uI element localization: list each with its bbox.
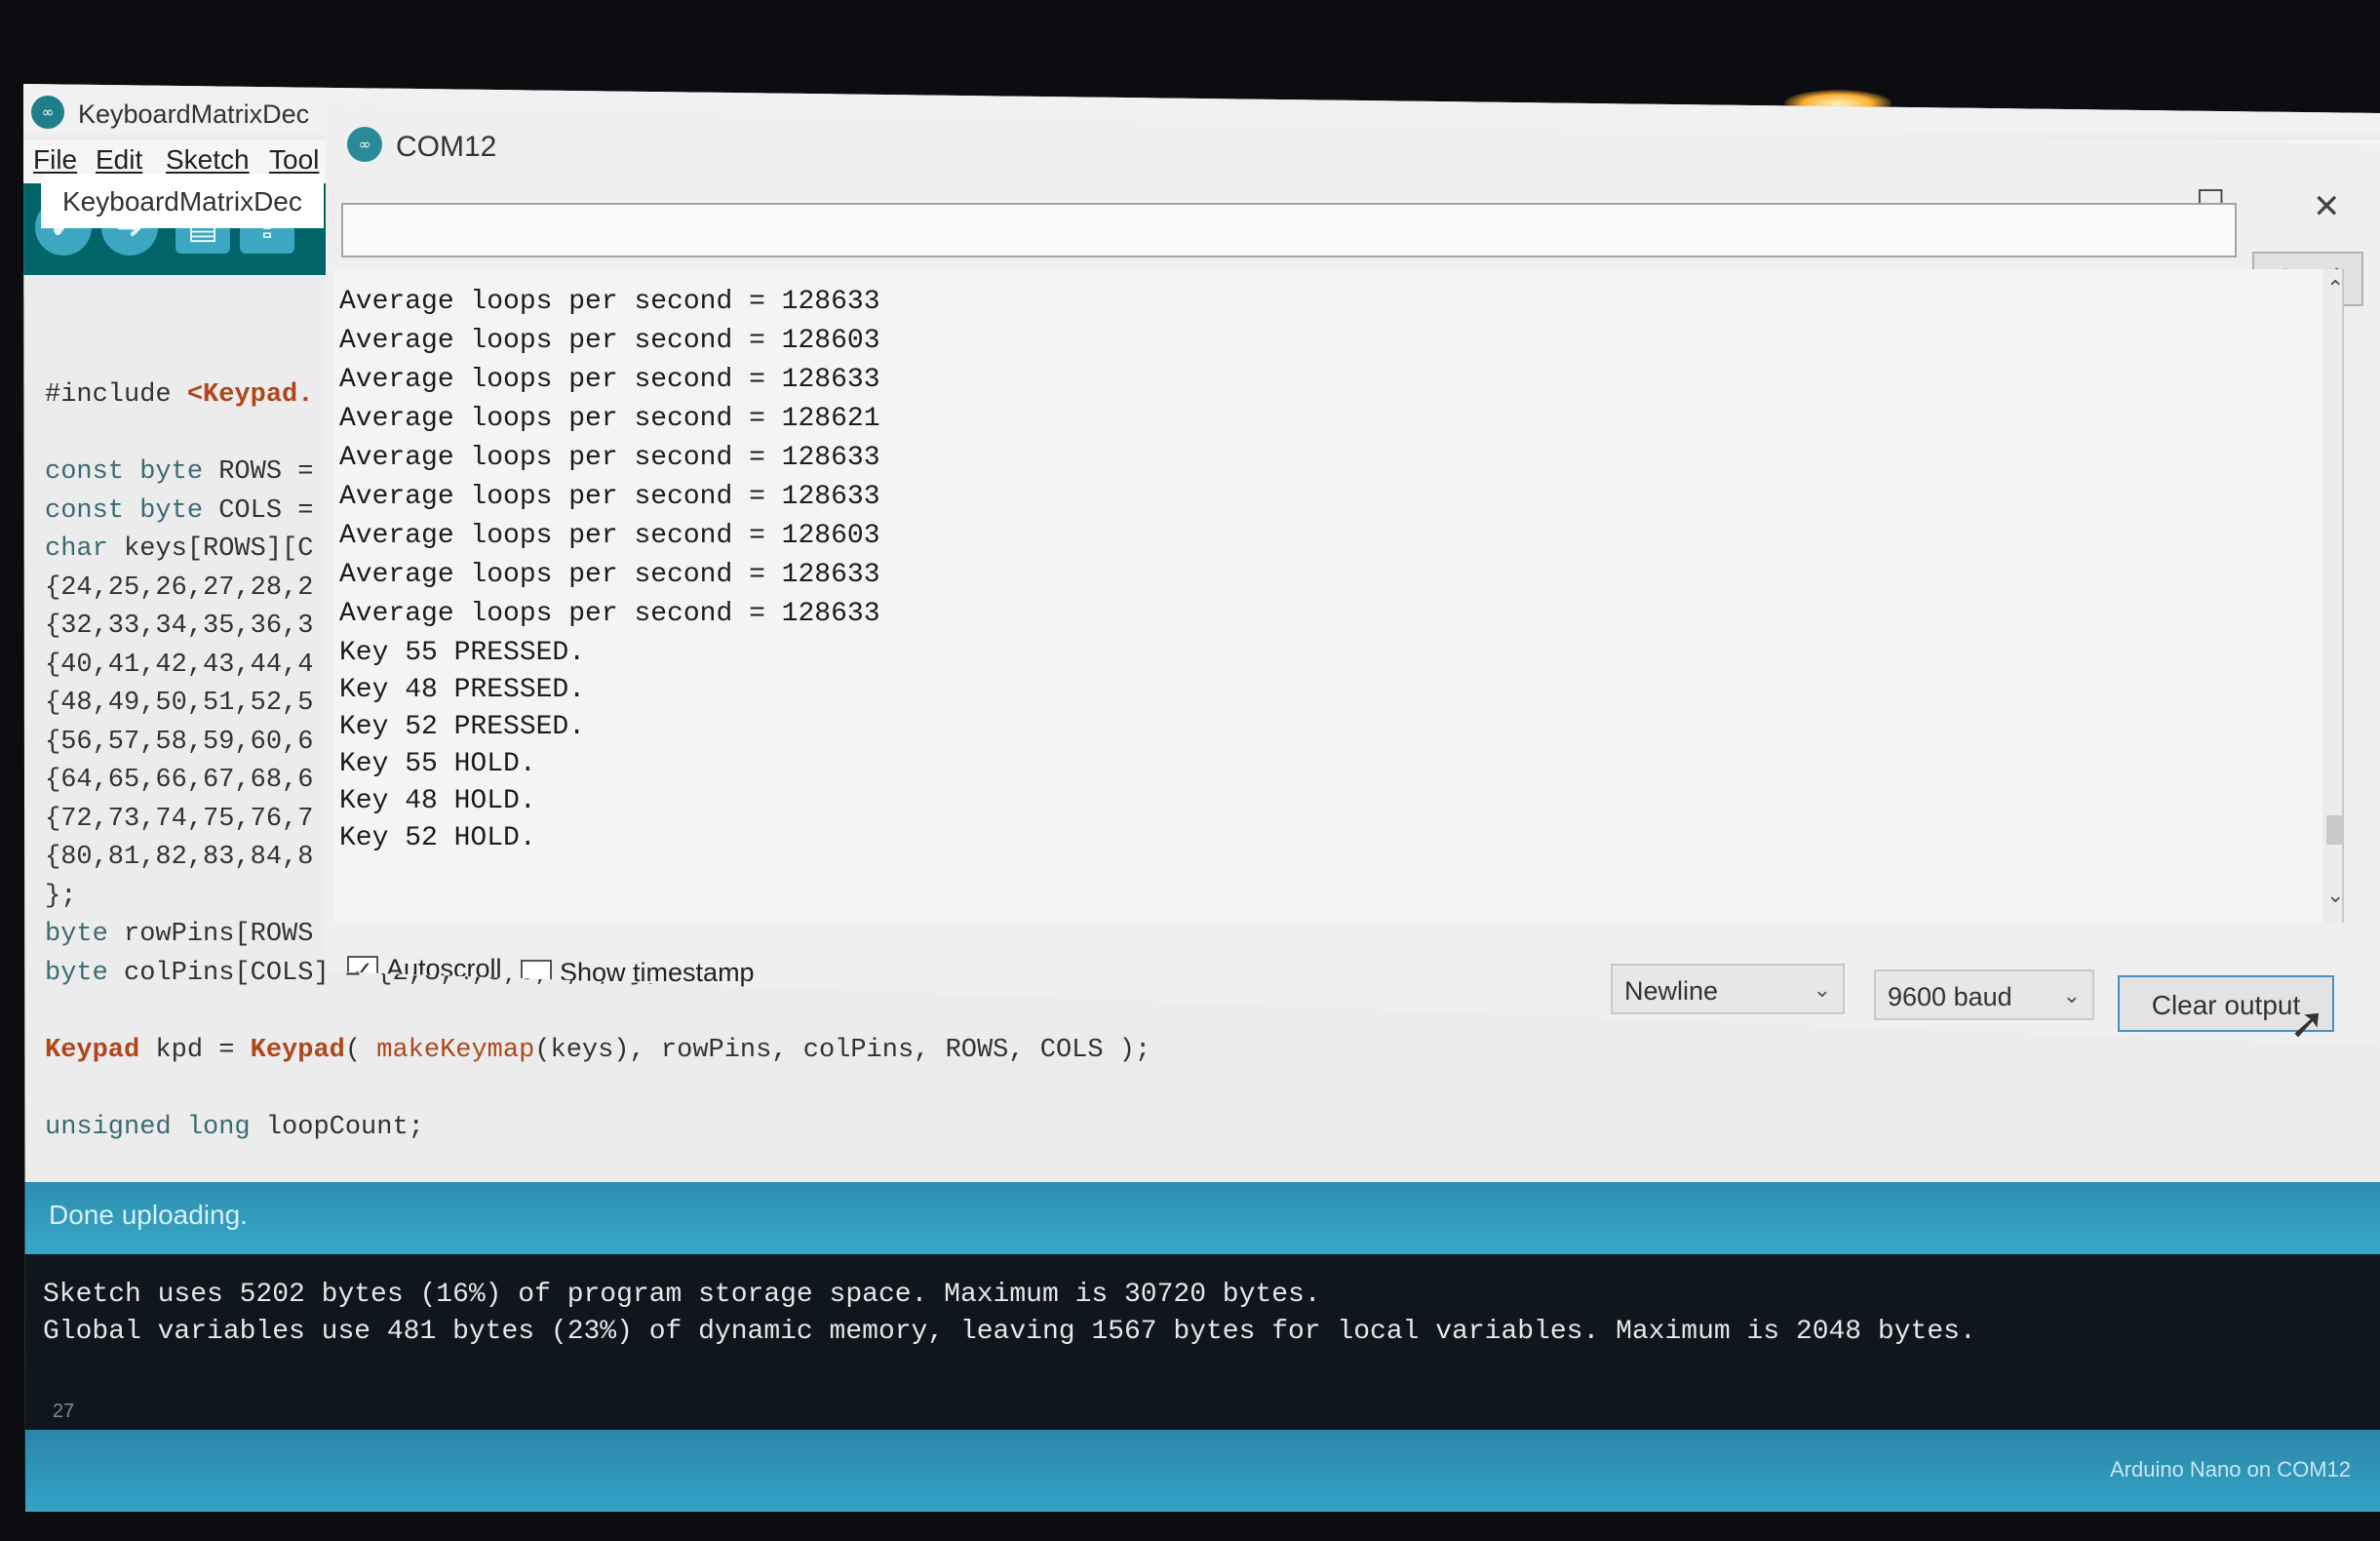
line-number: 27 [53, 1401, 75, 1422]
serial-window-title: COM12 [396, 131, 497, 163]
status-message: Done uploading. [49, 1200, 248, 1230]
output-line: Key 52 HOLD. [339, 823, 536, 853]
output-line: Average loops per second = 128633 [339, 443, 880, 473]
scroll-up-icon[interactable]: ⌃ [2326, 277, 2342, 301]
output-line: Key 55 PRESSED. [339, 638, 586, 668]
scroll-down-icon[interactable]: ⌄ [2326, 884, 2342, 908]
baud-rate-select[interactable]: 9600 baud ⌄ [1874, 969, 2094, 1020]
output-line: Average loops per second = 128633 [339, 287, 880, 317]
arduino-logo-icon: ∞ [347, 127, 382, 162]
sketch-tab[interactable]: KeyboardMatrixDec [41, 174, 324, 228]
output-line: Average loops per second = 128633 [339, 365, 880, 395]
scroll-thumb[interactable] [2326, 815, 2342, 845]
menu-file[interactable]: File [33, 144, 77, 176]
line-ending-value: Newline [1624, 976, 1719, 1006]
serial-input-field[interactable] [341, 203, 2237, 257]
chevron-down-icon: ⌄ [1813, 978, 1831, 1003]
baud-rate-value: 9600 baud [1888, 982, 2012, 1011]
output-line: Average loops per second = 128633 [339, 560, 880, 590]
code-line: Keypad kpd = Keypad( makeKeymap(keys), r… [45, 1035, 1151, 1065]
console-output: Sketch uses 5202 bytes (16%) of program … [23, 1254, 2380, 1455]
close-icon[interactable]: ✕ [2313, 187, 2341, 226]
console-line: Global variables use 481 bytes (23%) of … [43, 1317, 1976, 1347]
code-line: unsigned long loopCount; [45, 1112, 424, 1142]
output-line: Average loops per second = 128603 [339, 521, 880, 551]
serial-monitor-window: ∞ COM12 — ☐ ✕ Send Average loops per sec… [326, 105, 2380, 1047]
output-line: Average loops per second = 128621 [339, 404, 880, 434]
menu-sketch[interactable]: Sketch [166, 144, 250, 176]
ide-window-title: KeyboardMatrixDec [78, 99, 310, 129]
chevron-down-icon: ⌄ [2062, 984, 2081, 1008]
menu-edit[interactable]: Edit [96, 144, 142, 176]
board-status-bar: Arduino Nano on COM12 [23, 1430, 2380, 1512]
output-line: Key 48 PRESSED. [339, 675, 586, 705]
output-scrollbar[interactable]: ⌃ ⌄ [2322, 269, 2342, 923]
console-line: Sketch uses 5202 bytes (16%) of program … [43, 1280, 1321, 1310]
output-line: Key 52 PRESSED. [339, 712, 586, 742]
status-bar: Done uploading. [23, 1182, 2380, 1254]
mouse-cursor-icon: ➚ [2289, 999, 2325, 1048]
output-line: Average loops per second = 128633 [339, 599, 880, 629]
output-line: Key 48 HOLD. [339, 786, 536, 816]
board-port-label: Arduino Nano on COM12 [2109, 1457, 2351, 1482]
line-ending-select[interactable]: Newline ⌄ [1611, 964, 1845, 1014]
output-line: Key 55 HOLD. [339, 749, 536, 779]
menu-tools[interactable]: Tool [269, 144, 319, 176]
arduino-logo-icon: ∞ [31, 96, 64, 129]
output-line: Average loops per second = 128603 [339, 326, 880, 356]
serial-output-area[interactable]: Average loops per second = 128633 Averag… [333, 269, 2344, 923]
output-line: Average loops per second = 128633 [339, 482, 880, 512]
